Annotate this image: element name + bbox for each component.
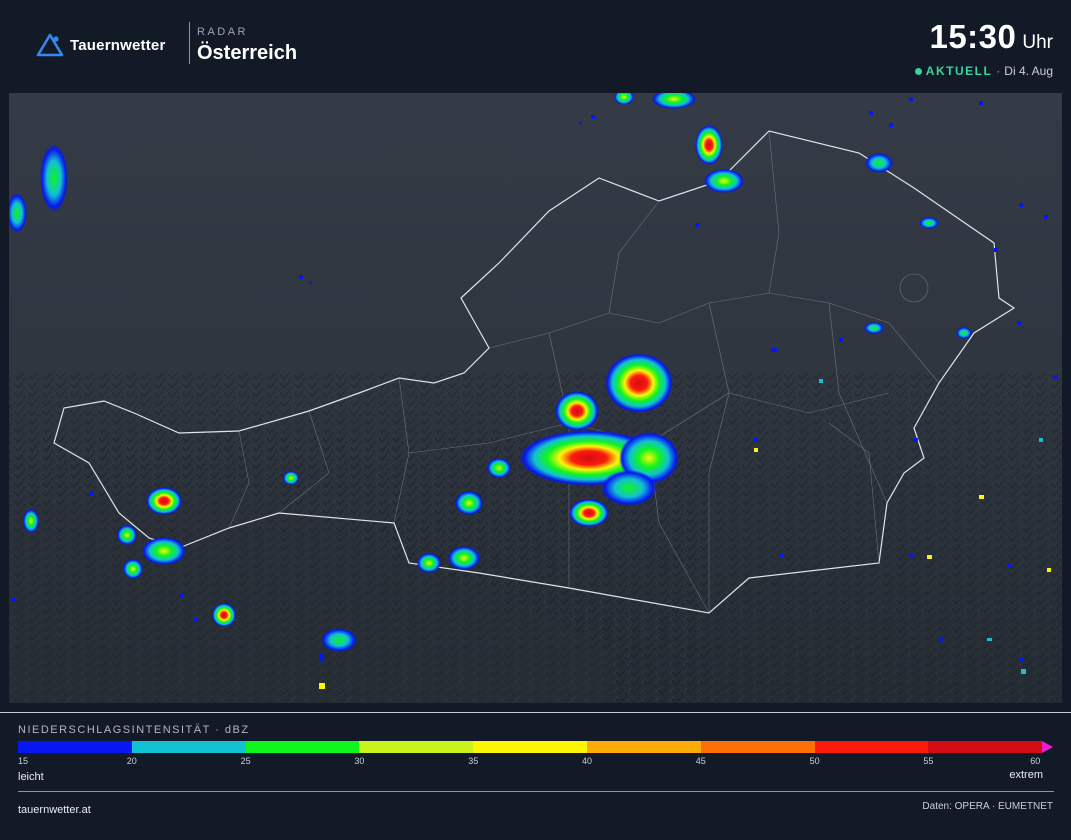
legend-tick-label: 60 [1030,756,1041,766]
legend-tick-label: 30 [354,756,365,766]
legend-high-label: extrem [1009,769,1043,781]
current-time: 15:30 [929,18,1017,55]
legend-arrow-icon [1042,741,1054,753]
radar-map-canvas [9,93,1062,703]
status-badge: AKTUELL [925,64,993,78]
time-block: 15:30 Uhr AKTUELL · Di 4. Aug [914,18,1053,78]
status-separator: · [996,64,1001,78]
region-title: Österreich [197,42,298,64]
legend-swatch [18,741,132,753]
legend-divider [0,712,1071,713]
legend-tick-label: 35 [468,756,479,766]
legend-tick-label: 40 [582,756,593,766]
header-divider [189,22,190,64]
legend-swatch [131,741,246,753]
legend-title: NIEDERSCHLAGSINTENSITÄT · dBZ [18,724,250,736]
section-label: RADAR [197,26,249,38]
legend-swatch [700,741,815,753]
status-line: AKTUELL · Di 4. Aug [914,64,1053,78]
live-dot-icon [914,67,922,75]
brand-name: Tauernwetter [70,36,166,54]
site-link[interactable]: tauernwetter.at [18,804,91,816]
footer-divider [18,791,1054,792]
legend-swatch [814,741,929,753]
time-unit: Uhr [1022,32,1053,53]
legend-color-scale [18,741,1054,753]
legend-tick-label: 20 [126,756,137,766]
legend-swatch [586,741,701,753]
legend-swatch [359,741,474,753]
legend-tick-label: 55 [923,756,934,766]
legend-swatch [928,741,1043,753]
status-date: Di 4. Aug [1004,64,1053,78]
legend-tick-label: 45 [695,756,706,766]
mountain-triangle-icon [36,33,64,57]
legend-tick-label: 25 [240,756,251,766]
legend-tick-label: 15 [18,756,29,766]
legend-swatch [473,741,587,753]
radar-map[interactable] [9,93,1062,703]
legend-tick-label: 50 [809,756,820,766]
legend-low-label: leicht [18,771,44,783]
data-credits: Daten: OPERA · EUMETNET [922,801,1053,812]
header: Tauernwetter RADAR Österreich 15:30 Uhr … [0,0,1071,92]
legend-swatch [245,741,360,753]
brand-logo[interactable]: Tauernwetter [36,32,165,58]
